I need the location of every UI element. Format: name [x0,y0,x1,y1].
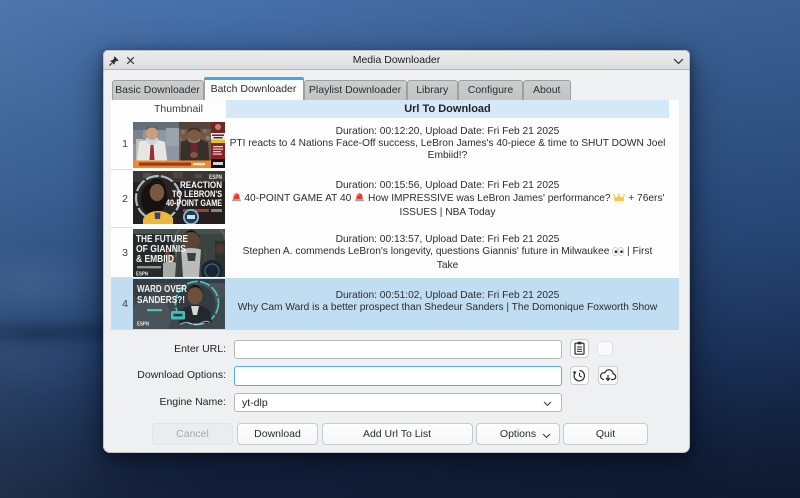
svg-text:40-POINT GAME: 40-POINT GAME [166,198,222,208]
svg-text:ESPN: ESPN [136,271,148,277]
svg-text:SANDERS?!: SANDERS?! [137,295,185,306]
svg-text:& EMBIID: & EMBIID [136,254,174,265]
svg-text:WARD OVER: WARD OVER [137,284,188,295]
svg-text:ESPN: ESPN [137,321,149,327]
